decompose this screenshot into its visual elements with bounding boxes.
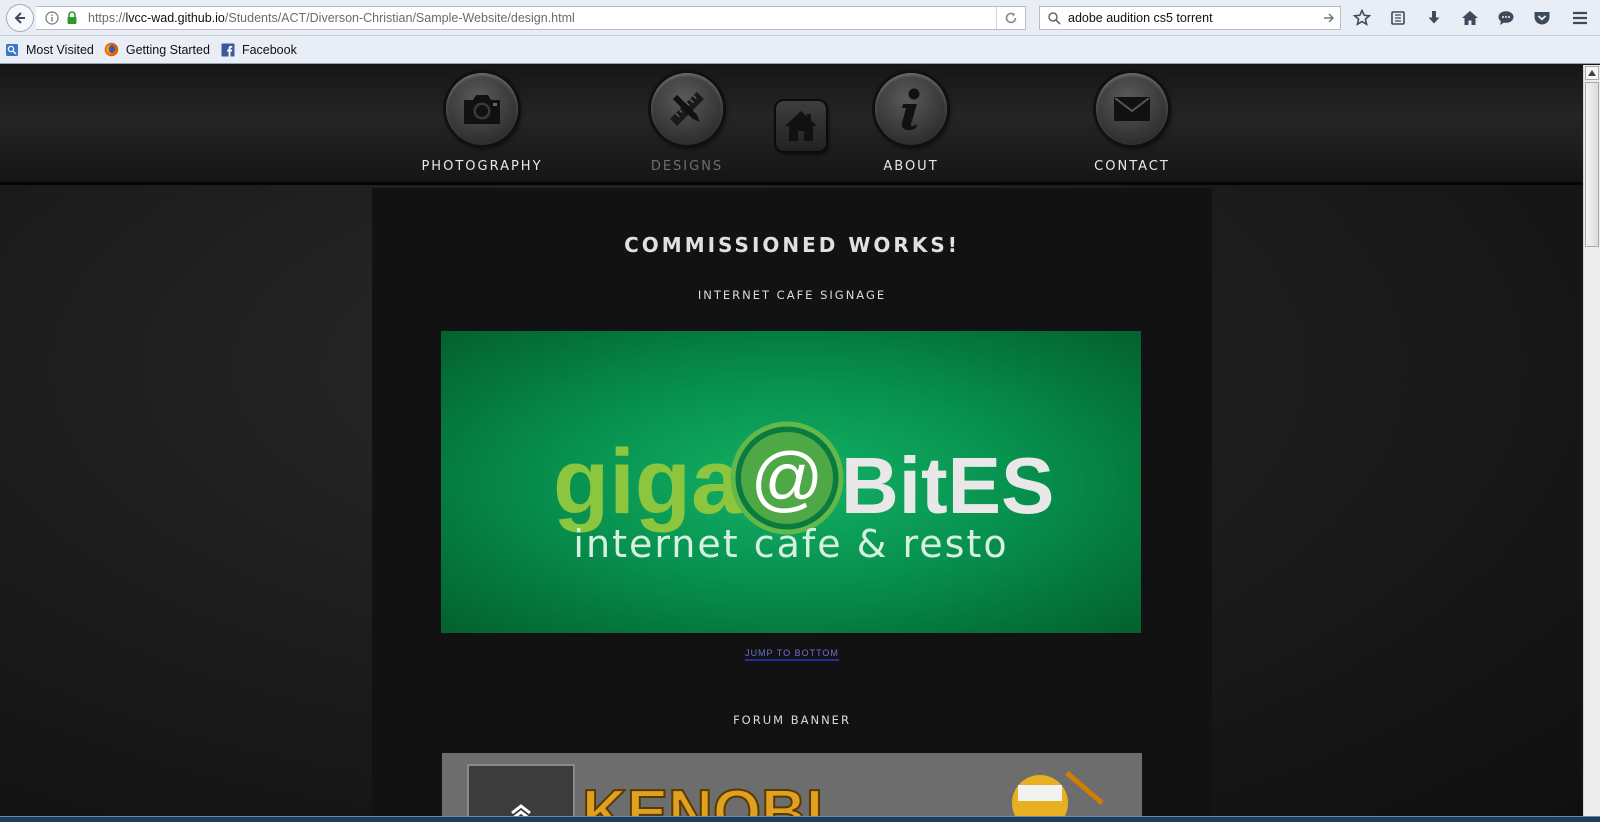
url-path: /Students/ACT/Diverson-Christian/Sample-…: [224, 11, 575, 25]
search-input[interactable]: adobe audition cs5 torrent: [1068, 11, 1318, 25]
forum-banner-image: KENOBI: [442, 753, 1142, 822]
address-bar[interactable]: https://lvcc-wad.github.io/Students/ACT/…: [36, 6, 1026, 30]
forum-banner-art: KENOBI: [442, 753, 1142, 822]
logo-word-right: BitES: [841, 441, 1054, 530]
back-arrow-icon: [14, 12, 25, 24]
scrollbar-thumb[interactable]: [1585, 82, 1599, 247]
menu-icon[interactable]: [1568, 6, 1592, 30]
pencil-ruler-icon: [670, 92, 704, 126]
download-icon[interactable]: [1422, 6, 1446, 30]
content-panel: Commissioned Works! Internet Cafe Signag…: [372, 188, 1212, 822]
search-go-icon[interactable]: [1318, 12, 1340, 24]
home-icon[interactable]: [1458, 6, 1482, 30]
internet-cafe-signage-image: giga @ BitES internet cafe & resto: [441, 331, 1141, 633]
logo-tagline: internet cafe & resto: [573, 522, 1008, 566]
firefox-icon: [104, 42, 120, 58]
url-prefix: https://: [88, 11, 126, 25]
back-button[interactable]: [6, 4, 34, 32]
most-visited-icon: [4, 42, 20, 58]
nav-about[interactable]: About: [831, 73, 991, 183]
bookmark-facebook[interactable]: Facebook: [220, 42, 297, 58]
chat-icon[interactable]: [1494, 6, 1518, 30]
reading-list-icon[interactable]: [1386, 6, 1410, 30]
gigabites-logo: giga @ BitES internet cafe & resto: [553, 421, 1054, 566]
home-icon: [785, 111, 817, 141]
toolbar-icons: [1350, 6, 1566, 30]
nav-circle: [1096, 73, 1168, 145]
jump-link-text[interactable]: jump to bottom: [745, 648, 839, 661]
bookmark-label: Most Visited: [26, 42, 94, 57]
reload-icon[interactable]: [997, 7, 1025, 29]
browser-toolbar: https://lvcc-wad.github.io/Students/ACT/…: [0, 0, 1600, 36]
logo-at-symbol: @: [750, 439, 823, 519]
nav-contact[interactable]: Contact: [1052, 73, 1212, 183]
facebook-icon: [220, 42, 236, 58]
scroll-up-arrow-icon[interactable]: [1585, 66, 1599, 80]
envelope-icon: [1114, 97, 1150, 121]
nav-label: Photography: [421, 159, 543, 174]
page-title: Commissioned Works!: [624, 233, 960, 257]
logo-word-left: giga: [553, 431, 743, 533]
nav-circle: [875, 73, 947, 145]
camera-icon: [464, 95, 500, 124]
site-nav: Photography Designs: [0, 65, 1583, 185]
vertical-scrollbar[interactable]: [1583, 65, 1600, 816]
lock-icon[interactable]: [64, 10, 80, 26]
bookmark-label: Getting Started: [125, 42, 210, 57]
bookmarks-bar: Most Visited Getting Started Facebook: [0, 36, 1600, 64]
bookmark-label: Facebook: [241, 42, 297, 57]
nav-label: Contact: [1094, 159, 1170, 174]
nav-circle: [651, 73, 723, 145]
nav-designs[interactable]: Designs: [607, 73, 767, 183]
section-title: Internet Cafe Signage: [697, 288, 887, 302]
url-text[interactable]: https://lvcc-wad.github.io/Students/ACT/…: [88, 11, 996, 25]
url-host: lvcc-wad.github.io: [125, 11, 225, 25]
pocket-icon[interactable]: [1530, 6, 1554, 30]
bookmark-most-visited[interactable]: Most Visited: [4, 42, 94, 58]
search-icon: [1046, 10, 1062, 26]
info-icon: [901, 88, 920, 131]
bookmark-star-icon[interactable]: [1350, 6, 1374, 30]
nav-label: Designs: [650, 159, 724, 174]
nav-label: About: [883, 159, 939, 174]
nav-photography[interactable]: Photography: [402, 73, 562, 183]
info-icon[interactable]: [44, 10, 60, 26]
search-bar[interactable]: adobe audition cs5 torrent: [1039, 6, 1341, 30]
os-taskbar: [0, 816, 1600, 822]
home-button[interactable]: [776, 101, 826, 151]
section-title: Forum Banner: [733, 713, 851, 727]
bookmark-getting-started[interactable]: Getting Started: [104, 42, 210, 58]
web-page: Photography Designs: [0, 65, 1583, 822]
jump-to-bottom-link[interactable]: jump to bottom: [372, 648, 1212, 661]
nav-circle: [446, 73, 518, 145]
